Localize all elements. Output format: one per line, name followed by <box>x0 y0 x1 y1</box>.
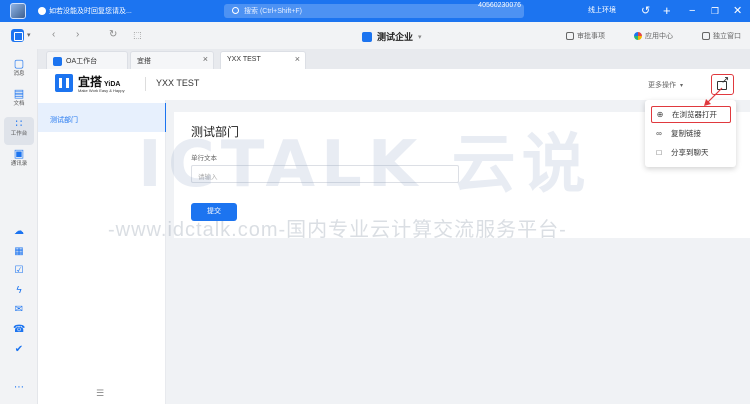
lightning-icon[interactable]: ϟ <box>13 285 25 297</box>
back-icon[interactable]: ‹ <box>52 29 55 41</box>
chevron-down-icon[interactable]: ▾ <box>27 31 31 39</box>
divider <box>145 77 146 91</box>
refresh-icon[interactable]: ↻ <box>109 29 117 41</box>
sidebar-item-label: 通讯录 <box>10 161 28 167</box>
approvals-label: 审批事项 <box>577 33 605 40</box>
fullscreen-icon[interactable]: ⬚ <box>133 29 142 41</box>
workbench-icon: ∷ <box>15 118 23 130</box>
sidebar: ▢ 消息 ▤ 文档 ∷ 工作台 ▣ 通讯录 ☁ ▦ ☑ ϟ ✉ ☎ ✔ ⋯ <box>0 49 38 404</box>
app-name: YXX TEST <box>156 78 200 88</box>
app-center-button[interactable]: 应用中心 <box>634 31 673 41</box>
close-icon[interactable]: × <box>203 54 208 64</box>
phone-icon[interactable]: ☎ <box>13 324 25 336</box>
document-icon: ▤ <box>13 88 25 100</box>
approval-icon <box>566 32 574 40</box>
form-title: 测试部门 <box>191 125 240 139</box>
nav-item-test-dept[interactable]: 测试部门 <box>38 103 166 132</box>
org-name: 测试企业 <box>377 32 414 42</box>
mail-icon[interactable]: ✉ <box>13 304 25 316</box>
more-menu: ⊕ 在浏览器打开 ∞ 复制链接 □ 分享到聊天 <box>645 100 736 167</box>
close-icon[interactable]: ✕ <box>733 4 742 18</box>
menu-item-label: 分享到聊天 <box>671 148 709 157</box>
org-logo-icon <box>362 31 372 42</box>
message-icon: ▢ <box>13 58 25 70</box>
chevron-down-icon: ▾ <box>680 83 684 89</box>
sidebar-item-docs[interactable]: ▤ 文档 <box>4 87 34 115</box>
id-number: 40560230076 <box>478 2 521 9</box>
title-bar: 如若没能及时回复您请及... 搜索 (Ctrl+Shift+F) 4056023… <box>0 0 750 22</box>
tab-label: YXX TEST <box>227 56 261 63</box>
sidebar-item-label: 文档 <box>13 101 25 107</box>
field-label: 单行文本 <box>191 155 217 162</box>
brand-slogan: Make Work Easy & Happy <box>78 88 125 93</box>
link-icon: ∞ <box>656 129 662 138</box>
oa-app-icon <box>53 56 62 66</box>
menu-item-copy-link[interactable]: ∞ 复制链接 <box>651 125 731 142</box>
todo-icon[interactable]: ☑ <box>13 265 25 277</box>
search-placeholder: 搜索 (Ctrl+Shift+F) <box>244 8 302 15</box>
menu-item-share-to-chat[interactable]: □ 分享到聊天 <box>651 144 731 161</box>
tab-oa-workbench[interactable]: OA工作台 <box>46 51 128 69</box>
app-header: 宜搭 YiDA Make Work Easy & Happy YXX TEST 更… <box>38 69 750 100</box>
plus-icon[interactable]: + <box>663 4 671 18</box>
sidebar-item-contacts[interactable]: ▣ 通讯录 <box>4 147 34 175</box>
tab-label: OA工作台 <box>66 58 98 65</box>
search-bar[interactable]: 搜索 (Ctrl+Shift+F) 40560230076 <box>224 2 524 18</box>
brand-cn: 宜搭 <box>78 75 103 89</box>
more-icon[interactable]: ⋯ <box>13 382 25 394</box>
yida-logo-icon <box>55 74 73 92</box>
more-actions-label: 更多操作 <box>648 82 676 89</box>
submit-button[interactable]: 提交 <box>191 203 237 221</box>
chevron-down-icon: ▾ <box>418 33 422 41</box>
brand-en: YiDA <box>104 81 121 88</box>
environment-label: 线上环境 <box>588 7 616 14</box>
more-actions-button[interactable]: 更多操作 ▾ <box>648 80 683 90</box>
window-icon <box>702 32 710 40</box>
standalone-window-button[interactable]: 独立窗口 <box>702 31 741 41</box>
form-nav: 测试部门 ☰ <box>38 100 167 404</box>
minimize-icon[interactable]: − <box>689 4 695 18</box>
contacts-icon: ▣ <box>13 148 25 160</box>
history-icon[interactable]: ↺ <box>641 4 650 18</box>
tab-yida[interactable]: 宜搭 × <box>130 51 214 69</box>
sidebar-item-workbench[interactable]: ∷ 工作台 <box>4 117 34 145</box>
nav-item-label: 测试部门 <box>50 117 78 124</box>
arrow-up-right-icon: ↗ <box>721 75 730 86</box>
single-line-text-input[interactable]: 请输入 <box>191 165 459 183</box>
sidebar-item-messages[interactable]: ▢ 消息 <box>4 57 34 85</box>
calendar-icon[interactable]: ▦ <box>13 246 25 258</box>
close-icon[interactable]: × <box>295 54 300 64</box>
app-center-label: 应用中心 <box>645 33 673 40</box>
org-selector[interactable]: 测试企业 ▾ <box>362 30 422 43</box>
message-preview-text: 如若没能及时回复您请及... <box>49 8 132 15</box>
tab-yxx-test[interactable]: YXX TEST × <box>220 51 306 69</box>
message-preview[interactable]: 如若没能及时回复您请及... <box>38 6 132 16</box>
menu-item-label: 复制链接 <box>671 129 701 138</box>
approvals-button[interactable]: 审批事项 <box>566 31 605 41</box>
globe-icon: ⊕ <box>656 110 664 119</box>
restore-icon[interactable]: ❐ <box>711 4 719 18</box>
standalone-window-label: 独立窗口 <box>713 33 741 40</box>
search-icon <box>232 7 239 14</box>
app-switcher-icon[interactable] <box>11 29 24 42</box>
menu-item-open-in-browser[interactable]: ⊕ 在浏览器打开 <box>651 106 731 123</box>
chat-icon: □ <box>656 148 662 157</box>
collapse-icon[interactable]: ☰ <box>96 388 104 399</box>
app-center-icon <box>634 32 642 40</box>
sidebar-item-label: 工作台 <box>10 131 28 137</box>
navigation-bar: ▾ ‹ › ↻ ⬚ 测试企业 ▾ 审批事项 应用中心 独立窗口 <box>0 22 750 49</box>
open-external-button[interactable]: ↗ <box>711 74 734 95</box>
tab-strip: OA工作台 宜搭 × YXX TEST × <box>38 49 750 69</box>
tab-label: 宜搭 <box>137 58 151 65</box>
cloud-icon[interactable]: ☁ <box>13 226 25 238</box>
menu-item-label: 在浏览器打开 <box>672 110 717 119</box>
chat-bubble-icon <box>38 7 46 15</box>
check-icon[interactable]: ✔ <box>13 344 25 356</box>
user-avatar[interactable] <box>10 3 26 19</box>
sidebar-item-label: 消息 <box>13 71 25 77</box>
forward-icon[interactable]: › <box>76 29 79 41</box>
